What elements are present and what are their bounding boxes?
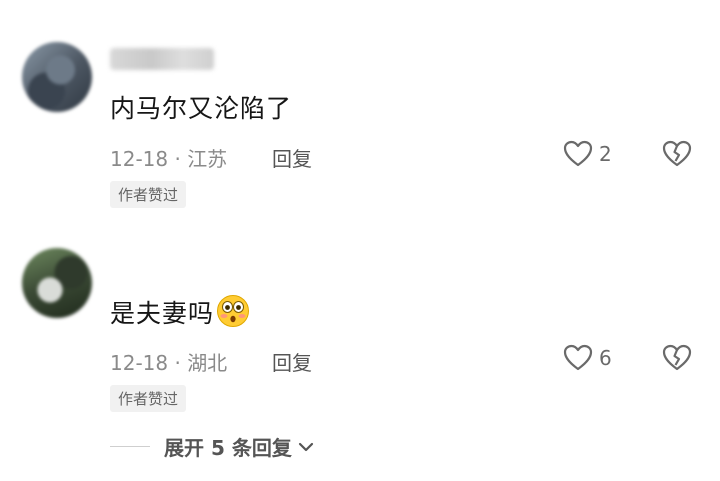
flushed-face-emoji: [216, 294, 250, 328]
chevron-down-icon: [298, 442, 313, 451]
like-count: 6: [599, 346, 612, 370]
reply-button[interactable]: 回复: [272, 347, 312, 376]
expand-replies-label: 展开 5 条回复: [164, 436, 292, 460]
like-button[interactable]: 6: [563, 344, 612, 372]
username-blurred[interactable]: [110, 48, 214, 70]
avatar[interactable]: [22, 248, 92, 318]
comment-text: 内马尔又沦陷了: [110, 94, 293, 123]
reply-button[interactable]: 回复: [272, 143, 312, 172]
comment-meta: 12-18 · 湖北: [110, 351, 228, 375]
expand-replies-button[interactable]: 展开 5 条回复: [110, 432, 314, 461]
dislike-button[interactable]: [662, 140, 692, 172]
broken-heart-icon: [662, 344, 692, 371]
divider-line: [110, 446, 150, 447]
avatar[interactable]: [22, 42, 92, 112]
heart-outline-icon: [563, 344, 593, 371]
broken-heart-icon: [662, 140, 692, 167]
dislike-button[interactable]: [662, 344, 692, 376]
like-count: 2: [599, 142, 612, 166]
like-button[interactable]: 2: [563, 140, 612, 168]
comment-meta: 12-18 · 江苏: [110, 147, 228, 171]
author-liked-badge: 作者赞过: [110, 181, 187, 208]
author-liked-badge: 作者赞过: [110, 385, 187, 412]
comment-text-content: 是夫妻吗: [110, 299, 215, 328]
heart-outline-icon: [563, 140, 593, 167]
comment-text: 是夫妻吗: [110, 294, 250, 330]
